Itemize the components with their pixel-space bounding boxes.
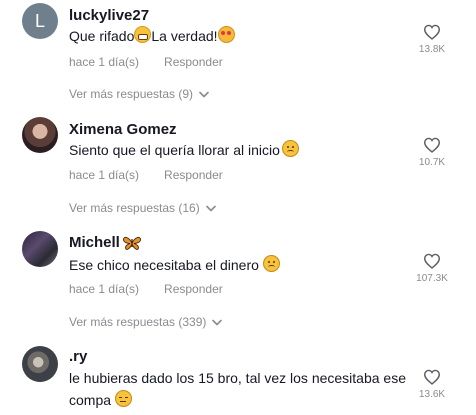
comment-item: Ximena Gomez Siento que el quería llorar…: [0, 112, 476, 222]
sad-face-emoji-icon: [281, 140, 299, 157]
avatar[interactable]: L: [22, 3, 58, 39]
heart-outline-icon: [423, 137, 441, 153]
comment-text-part: Que rifado: [69, 28, 135, 44]
comment-meta: hace 1 día(s) Responder: [69, 282, 223, 296]
username-text: Michell: [69, 234, 120, 251]
comment-username[interactable]: Ximena Gomez: [69, 121, 177, 138]
view-more-replies-button[interactable]: Ver más respuestas (9): [69, 87, 209, 101]
like-count: 10.7K: [418, 157, 446, 168]
view-replies-label: Ver más respuestas (16): [69, 201, 200, 215]
comment-timestamp: hace 1 día(s): [69, 282, 140, 296]
comment-text-part: La verdad!: [151, 28, 218, 44]
comment-timestamp: hace 1 día(s): [69, 168, 140, 182]
comment-username[interactable]: Michell: [69, 234, 142, 251]
chevron-down-icon: [199, 91, 209, 97]
chevron-down-icon: [205, 205, 216, 211]
comment-text-part: Ese chico necesitaba el dinero: [69, 257, 263, 273]
avatar-initial: L: [34, 11, 45, 31]
comment-meta: hace 1 día(s) Responder: [69, 55, 223, 69]
heart-outline-icon: [423, 253, 441, 269]
view-more-replies-button[interactable]: Ver más respuestas (16): [69, 201, 216, 215]
heart-outline-icon: [423, 24, 441, 40]
avatar[interactable]: [22, 346, 58, 382]
chevron-down-icon: [212, 319, 223, 325]
comment-item: Michell Ese chico necesitaba el dinero h…: [0, 226, 476, 336]
comment-text-part: Siento que el quería llorar al inicio: [69, 142, 280, 158]
username-text: luckylive27: [69, 7, 150, 24]
view-replies-label: Ver más respuestas (9): [69, 87, 194, 101]
view-replies-label: Ver más respuestas (339): [69, 315, 207, 329]
heart-outline-icon: [423, 369, 441, 385]
avatar[interactable]: [22, 231, 58, 267]
reply-button[interactable]: Responder: [164, 55, 223, 69]
comment-username[interactable]: .ry: [69, 348, 87, 365]
avatar[interactable]: [22, 117, 58, 153]
comment-item: .ry le hubieras dado los 15 bro, tal vez…: [0, 342, 476, 415]
like-button[interactable]: 107.3K: [412, 253, 452, 284]
grinning-emoji-icon: [134, 26, 152, 43]
comment-text: Que rifado La verdad!: [69, 25, 409, 47]
like-count: 107.3K: [416, 273, 448, 284]
like-count: 13.8K: [418, 44, 446, 55]
comment-timestamp: hace 1 día(s): [69, 55, 140, 69]
like-button[interactable]: 13.8K: [412, 24, 452, 55]
butterfly-emoji-icon: [122, 236, 141, 250]
frowning-face-emoji-icon: [262, 255, 280, 272]
reply-button[interactable]: Responder: [164, 282, 223, 296]
like-count: 13.6K: [418, 389, 446, 400]
comment-text: Siento que el quería llorar al inicio: [69, 139, 409, 161]
username-text: Ximena Gomez: [69, 121, 177, 138]
comment-meta: hace 1 día(s) Responder: [69, 168, 223, 182]
pensive-face-emoji-icon: [114, 390, 132, 407]
reply-button[interactable]: Responder: [164, 168, 223, 182]
like-button[interactable]: 13.6K: [412, 369, 452, 400]
comment-item: L luckylive27 Que rifado La verdad! hace …: [0, 0, 476, 110]
view-more-replies-button[interactable]: Ver más respuestas (339): [69, 315, 223, 329]
username-text: .ry: [69, 348, 88, 365]
comment-text: Ese chico necesitaba el dinero: [69, 254, 409, 276]
comment-username[interactable]: luckylive27: [69, 7, 149, 24]
comment-text: le hubieras dado los 15 bro, tal vez los…: [69, 367, 409, 411]
heart-eyes-emoji-icon: [217, 26, 235, 43]
like-button[interactable]: 10.7K: [412, 137, 452, 168]
